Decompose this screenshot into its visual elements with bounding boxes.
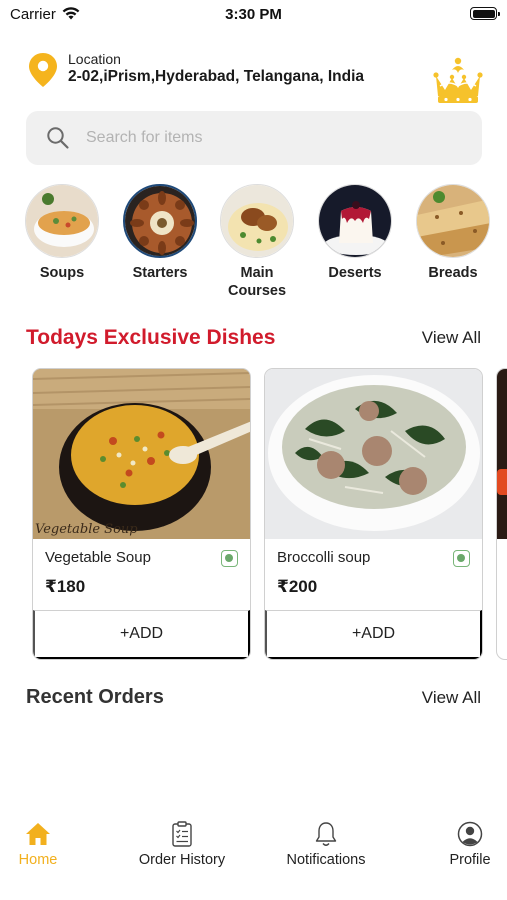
nav-label: Profile xyxy=(449,852,491,868)
search-input[interactable] xyxy=(86,111,466,165)
category-label: Soups xyxy=(39,265,85,281)
recent-orders-view-all-link[interactable]: View All xyxy=(422,688,481,708)
dish-card-partial[interactable] xyxy=(496,368,507,660)
exclusive-view-all-link[interactable]: View All xyxy=(422,328,481,348)
deserts-image xyxy=(318,184,392,258)
category-breads[interactable]: Breads xyxy=(408,184,498,282)
category-label: Deserts xyxy=(328,265,382,281)
breads-image xyxy=(416,184,490,258)
clipboard-icon xyxy=(172,821,192,847)
dish-name: Vegetable Soup xyxy=(45,549,151,566)
nav-notifications[interactable]: Notifications xyxy=(276,820,376,868)
home-icon xyxy=(26,823,50,845)
nav-home[interactable]: Home xyxy=(6,820,70,868)
nav-label: Order History xyxy=(138,852,226,868)
bottom-navigation: Home Order History Notifications Profile xyxy=(0,820,507,880)
location-label: Location xyxy=(68,51,121,67)
veg-indicator-icon xyxy=(453,550,470,567)
broccoli-soup-image xyxy=(265,369,482,539)
add-to-cart-button[interactable]: +ADD xyxy=(33,610,250,659)
status-bar: Carrier 3:30 PM xyxy=(0,0,507,30)
starters-image xyxy=(123,184,197,258)
dish-card[interactable]: Vegetable Soup Vegetable Soup ₹180 +ADD xyxy=(32,368,251,660)
dish-card[interactable]: Broccolli soup ₹200 +ADD xyxy=(264,368,483,660)
location-address[interactable]: 2-02,iPrism,Hyderabad, Telangana, India xyxy=(68,68,364,86)
image-caption: Vegetable Soup xyxy=(35,522,138,537)
add-to-cart-button[interactable]: +ADD xyxy=(265,610,482,659)
dish-price: ₹200 xyxy=(277,577,318,596)
nav-label: Home xyxy=(18,852,58,868)
exclusive-dishes-title: Todays Exclusive Dishes xyxy=(26,326,276,349)
recent-orders-title: Recent Orders xyxy=(26,686,164,708)
battery-icon xyxy=(470,7,500,20)
category-main-courses[interactable]: Main Courses xyxy=(212,184,302,300)
search-icon xyxy=(47,127,69,149)
status-time: 3:30 PM xyxy=(225,6,282,23)
dish-image-partial xyxy=(497,369,507,539)
category-label: Main Courses xyxy=(227,265,287,299)
category-label: Breads xyxy=(428,265,478,281)
category-label: Starters xyxy=(132,265,188,281)
dish-price: ₹180 xyxy=(45,577,86,596)
exclusive-dishes-carousel[interactable]: Vegetable Soup Vegetable Soup ₹180 +ADD … xyxy=(0,368,507,662)
nav-label: Notifications xyxy=(286,852,366,868)
category-soups[interactable]: Soups xyxy=(17,184,107,282)
category-list: Soups Starters Main Courses Deserts Brea… xyxy=(0,184,507,304)
dish-name: Broccolli soup xyxy=(277,549,371,566)
location-pin-icon xyxy=(29,53,57,87)
soups-image xyxy=(25,184,99,258)
category-deserts[interactable]: Deserts xyxy=(310,184,400,282)
nav-order-history[interactable]: Order History xyxy=(128,820,236,868)
search-bar[interactable] xyxy=(26,111,482,165)
vegetable-soup-image: Vegetable Soup xyxy=(33,369,250,539)
veg-indicator-icon xyxy=(221,550,238,567)
category-starters[interactable]: Starters xyxy=(115,184,205,282)
nav-profile[interactable]: Profile xyxy=(438,820,502,868)
main-courses-image xyxy=(220,184,294,258)
crown-logo-icon xyxy=(433,57,483,103)
profile-icon xyxy=(457,821,483,847)
bell-icon xyxy=(315,822,337,846)
